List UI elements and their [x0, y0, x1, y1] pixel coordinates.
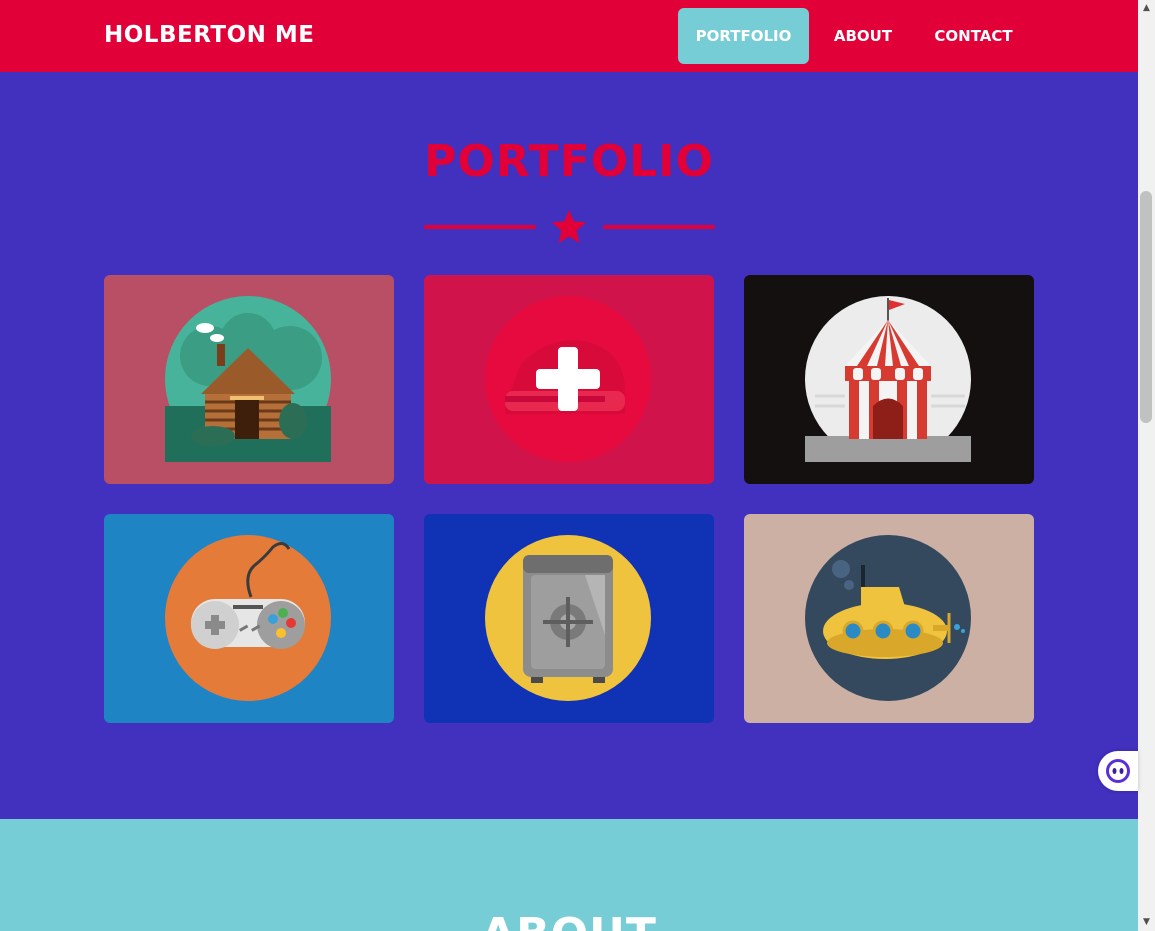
navbar: HOLBERTON ME PORTFOLIO ABOUT CONTACT: [0, 0, 1138, 72]
cake-icon: [485, 296, 651, 462]
nav-item-contact[interactable]: CONTACT: [918, 8, 1029, 64]
portfolio-item-safe[interactable]: [424, 514, 714, 723]
safe-icon: [485, 535, 651, 701]
cabin-icon: [165, 296, 331, 462]
portfolio-item-cake[interactable]: [424, 275, 714, 484]
submarine-icon: [805, 535, 971, 701]
divider-line-left: [424, 225, 536, 229]
game-controller-icon: [165, 535, 331, 701]
nav-item-portfolio[interactable]: PORTFOLIO: [678, 8, 809, 64]
divider-line-right: [603, 225, 715, 229]
scroll-up-icon[interactable]: ▲: [1138, 0, 1155, 17]
chat-widget-button[interactable]: [1098, 751, 1138, 791]
portfolio-item-circus[interactable]: [744, 275, 1034, 484]
portfolio-item-cabin[interactable]: [104, 275, 394, 484]
chat-bot-icon: [1106, 759, 1130, 783]
about-title: ABOUT: [0, 909, 1138, 931]
star-icon: [551, 209, 587, 244]
brand-logo[interactable]: HOLBERTON ME: [104, 20, 314, 50]
scroll-down-icon[interactable]: ▼: [1138, 914, 1155, 931]
scroll-thumb[interactable]: [1140, 191, 1152, 423]
portfolio-item-submarine[interactable]: [744, 514, 1034, 723]
circus-tent-icon: [805, 296, 971, 462]
portfolio-item-controller[interactable]: [104, 514, 394, 723]
scrollbar[interactable]: ▲ ▼: [1138, 0, 1155, 931]
about-section: ABOUT: [0, 819, 1138, 931]
nav-item-about[interactable]: ABOUT: [818, 8, 908, 64]
portfolio-title: PORTFOLIO: [424, 136, 714, 187]
